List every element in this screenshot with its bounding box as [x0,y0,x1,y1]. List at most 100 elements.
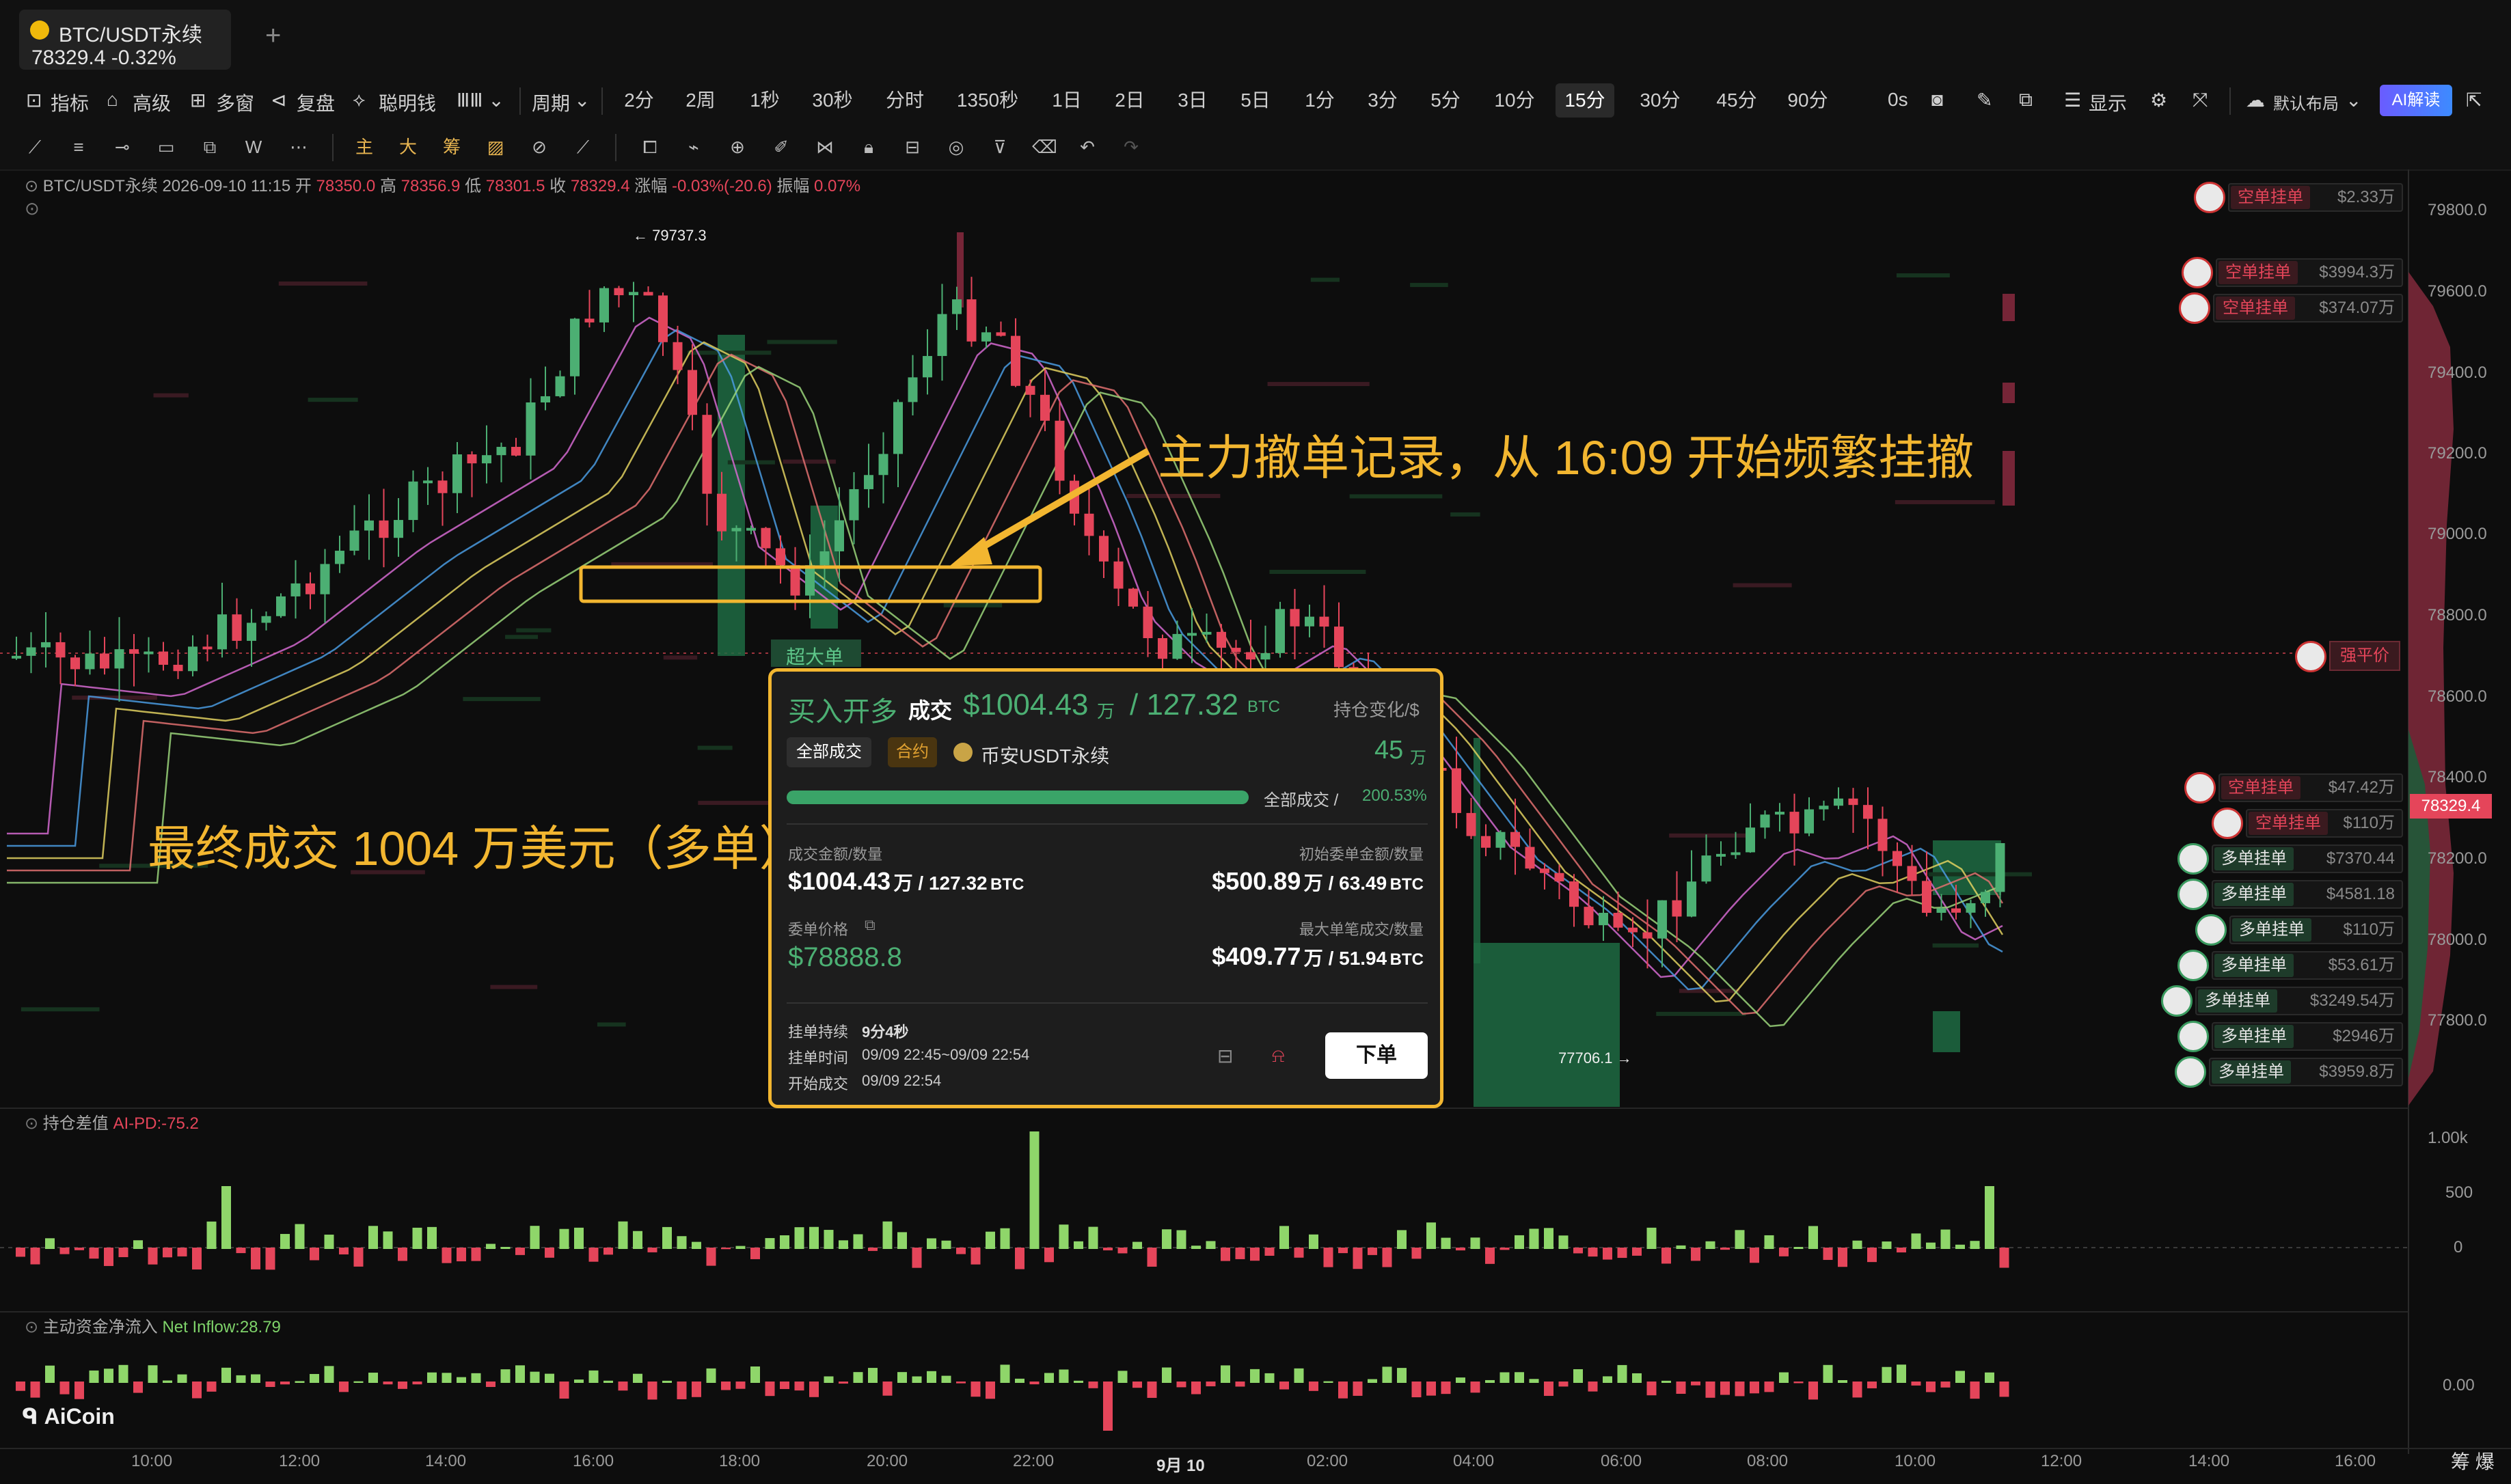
long-order-tag[interactable]: 多单挂单 $7370.44 [2212,844,2403,873]
indicator-button[interactable]: 指标 [51,89,89,116]
order-tag-label: 空单挂单 [2216,297,2295,320]
replay-button[interactable]: 复盘 [297,89,335,116]
display-button[interactable]: 显示 [2089,89,2127,116]
inflow-bar [471,1373,481,1383]
big-order-tool[interactable]: 大 [396,135,420,159]
period-button[interactable]: 3分 [1357,83,1408,118]
fib-tool-icon[interactable]: ⧉ [198,135,221,159]
ai-interpret-button[interactable]: AI解读 [2380,85,2452,116]
parallel-lines-tool-icon[interactable]: ≡ [67,135,90,159]
period-button-active[interactable]: 15分 [1556,83,1614,118]
inflow-bar [530,1371,540,1383]
horizontal-line-tool-icon[interactable]: ⊸ [111,135,134,159]
period-button[interactable]: 2日 [1104,83,1155,118]
inflow-bar [1191,1382,1201,1394]
more-tools-icon[interactable]: ⋯ [287,135,310,159]
y-axis-label: 78600.0 [2428,687,2487,706]
chart-type-icon[interactable]: ⅢⅢ ⌄ [457,89,504,111]
toolbar-divider [2229,87,2231,115]
period-button[interactable]: 2周 [677,83,724,118]
lock-tool-icon[interactable]: 🔒︎ [857,135,880,159]
export-icon[interactable]: ⧉ [2019,89,2033,111]
multiwindow-button[interactable]: 多窗 [216,89,254,116]
short-order-tag[interactable]: 空单挂单 $2.33万 [2228,183,2403,212]
period-button[interactable]: 45分 [1706,83,1767,118]
popup-tab-contract[interactable]: 合约 [888,737,937,767]
popup-tab-all[interactable]: 全部成交 [787,737,871,767]
collapse-icon[interactable]: ⊙ [25,177,43,195]
long-order-tag[interactable]: 多单挂单 $3249.54万 [2195,987,2403,1015]
compare-tool-icon[interactable]: ⊘ [528,135,551,159]
brush-tool-icon[interactable]: ⌁ [682,135,705,159]
zoom-tool-icon[interactable]: ⊕ [726,135,749,159]
long-order-tag[interactable]: 多单挂单 $110万 [2229,916,2403,944]
smart-money-button[interactable]: 聪明钱 [379,89,436,116]
period-button[interactable]: 1分 [1294,83,1345,118]
wave-tool-icon[interactable]: W [242,135,265,159]
inflow-bar [30,1382,40,1398]
short-order-tag[interactable]: 空单挂单 $3994.3万 [2216,258,2403,287]
add-tab-button[interactable]: + [265,20,281,51]
chips-liquidation-toggle[interactable]: 筹 爆 [2451,1447,2495,1474]
note-icon[interactable]: ⊟ [1217,1045,1233,1067]
expand-icon[interactable]: ⊙ [25,198,40,219]
countdown-button[interactable]: 0s [1888,89,1908,111]
long-order-tag[interactable]: 多单挂单 $3959.8万 [2209,1058,2403,1086]
filter-tool-icon[interactable]: ⊽ [988,135,1012,159]
rectangle-tool-icon[interactable]: ▭ [154,135,178,159]
short-order-tag[interactable]: 空单挂单 $47.42万 [2218,773,2403,802]
magnet-tool-icon[interactable]: ⋈ [813,135,837,159]
period-button[interactable]: 3日 [1167,83,1218,118]
fullscreen-icon[interactable]: ⤧ [2193,89,2208,111]
pd-bar [1720,1248,1730,1250]
inflow-bar [1147,1382,1157,1398]
liquidation-price-tag[interactable]: 强平价 [2329,641,2400,671]
inflow-bar [442,1373,452,1383]
period-button[interactable]: 30分 [1629,83,1691,118]
period-button[interactable]: 5分 [1420,83,1471,118]
measure-tool-icon[interactable]: ⟋ [571,135,595,159]
template-tool-icon[interactable]: ⊟ [901,135,924,159]
chips-tool[interactable]: 筹 [440,135,463,159]
share-icon[interactable]: ⇱ [2466,89,2482,111]
period-button[interactable]: 分时 [878,83,932,118]
place-order-button[interactable]: 下单 [1325,1032,1428,1079]
redo-icon[interactable]: ↷ [1119,135,1143,159]
short-order-tag[interactable]: 空单挂单 $110万 [2246,809,2403,838]
period-button[interactable]: 2分 [615,83,663,118]
alert-bell-icon[interactable]: ⍾ [1272,1045,1285,1067]
marker-tool-icon[interactable]: ✐ [770,135,793,159]
sub1-collapse-icon[interactable]: ⊙ [25,1114,43,1133]
period-button[interactable]: 1秒 [741,83,789,118]
order-book-line [1349,494,1443,499]
period-button[interactable]: 5日 [1230,83,1281,118]
undo-icon[interactable]: ↶ [1076,135,1099,159]
layout-button[interactable]: 默认布局 [2273,90,2339,114]
pencil-icon[interactable]: ✎ [1977,89,1992,111]
trash-tool-icon[interactable]: ⌫ [1032,135,1057,159]
copy-icon[interactable]: ⧉ [865,916,876,934]
period-menu-button[interactable]: 周期 [532,89,570,116]
period-button[interactable]: 10分 [1486,83,1543,118]
long-order-tag[interactable]: 多单挂单 $4581.18 [2212,880,2403,909]
long-order-tag[interactable]: 多单挂单 $53.61万 [2212,951,2403,980]
period-button[interactable]: 1日 [1042,83,1092,118]
symbol-tab[interactable]: BTC/USDT永续 78329.4 -0.32% [19,10,231,70]
settings-icon[interactable]: ⚙ [2150,89,2167,111]
sub2-collapse-icon[interactable]: ⊙ [25,1318,43,1336]
long-order-tag[interactable]: 多单挂单 $2946万 [2212,1022,2403,1051]
period-button[interactable]: 90分 [1777,83,1838,118]
pd-bar [1206,1241,1216,1249]
camera-icon[interactable]: ◙ [1931,89,1943,111]
period-button[interactable]: 1350秒 [950,83,1025,118]
popup-deal-amount-rest: 万 / 127.32 [893,872,988,894]
advanced-button[interactable]: 高级 [133,89,171,116]
period-button[interactable]: 30秒 [805,83,860,118]
trendline-tool-icon[interactable]: ⟋ [23,135,46,159]
heatmap-tool-icon[interactable]: ▨ [484,135,507,159]
visibility-tool-icon[interactable]: ◎ [945,135,968,159]
pd-bar [912,1248,922,1268]
short-order-tag[interactable]: 空单挂单 $374.07万 [2213,294,2403,322]
copy-tool-icon[interactable]: ⧠ [638,135,662,159]
main-force-tool[interactable]: 主 [353,135,376,159]
